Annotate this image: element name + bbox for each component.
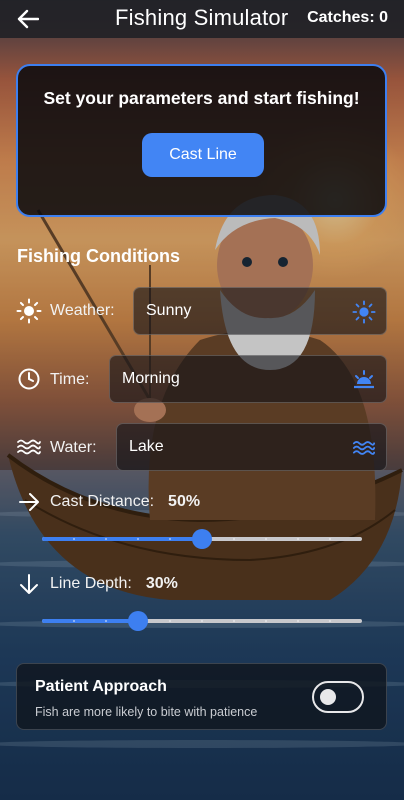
patient-approach-toggle[interactable] — [312, 681, 364, 713]
slider-thumb[interactable] — [192, 529, 212, 549]
line-depth-value: 30% — [145, 575, 178, 592]
time-label: Time: — [50, 371, 90, 388]
cast-distance-label: Cast Distance: — [50, 493, 155, 510]
slider-tick — [297, 538, 299, 540]
app-bar: Fishing Simulator Catches: 0 — [0, 0, 404, 38]
slider-tick — [297, 620, 299, 622]
slider-tick — [233, 538, 235, 540]
slider-tick — [329, 620, 331, 622]
slider-tick — [137, 538, 139, 540]
cast-distance-value: 50% — [168, 493, 201, 510]
sunrise-icon — [352, 368, 376, 392]
clock-icon — [16, 366, 42, 392]
weather-label: Weather: — [50, 302, 115, 319]
slider-tick — [265, 538, 267, 540]
cast-distance-slider[interactable] — [42, 529, 362, 549]
slider-thumb[interactable] — [128, 611, 148, 631]
start-card-heading: Set your parameters and start fishing! — [43, 88, 360, 108]
patient-approach-title: Patient Approach — [35, 678, 167, 695]
toggle-knob — [320, 689, 336, 705]
section-title: Fishing Conditions — [17, 246, 180, 266]
cast-line-button[interactable]: Cast Line — [142, 133, 264, 177]
back-button[interactable] — [14, 7, 42, 31]
cast-distance-label-row: Cast Distance: 50% — [50, 493, 200, 511]
waves-icon — [16, 434, 42, 460]
weather-select[interactable]: Sunny — [133, 287, 387, 335]
slider-tick — [73, 538, 75, 540]
line-depth-slider[interactable] — [42, 611, 362, 631]
slider-tick — [233, 620, 235, 622]
line-depth-label-row: Line Depth: 30% — [50, 575, 178, 593]
patient-approach-description: Fish are more likely to bite with patien… — [35, 705, 258, 719]
patient-approach-card: Patient Approach Fish are more likely to… — [16, 663, 387, 730]
arrow-down-icon — [16, 571, 42, 597]
water-label: Water: — [50, 439, 97, 456]
time-select[interactable]: Morning — [109, 355, 387, 403]
waves-icon — [352, 436, 376, 460]
slider-tick — [201, 620, 203, 622]
slider-tick — [105, 538, 107, 540]
arrow-left-icon — [17, 9, 39, 29]
start-card: Set your parameters and start fishing! C… — [16, 64, 387, 217]
slider-tick — [329, 538, 331, 540]
sun-icon — [352, 300, 376, 324]
slider-tick — [169, 620, 171, 622]
arrow-right-icon — [16, 489, 42, 515]
slider-tick — [169, 538, 171, 540]
time-value: Morning — [122, 370, 180, 387]
sun-icon — [16, 298, 42, 324]
slider-fill — [42, 537, 202, 541]
line-depth-label: Line Depth: — [50, 575, 132, 592]
weather-value: Sunny — [146, 302, 192, 319]
slider-tick — [73, 620, 75, 622]
water-select[interactable]: Lake — [116, 423, 387, 471]
slider-tick — [105, 620, 107, 622]
slider-fill — [42, 619, 138, 623]
water-value: Lake — [129, 438, 164, 455]
page-title: Fishing Simulator — [115, 5, 289, 30]
catches-counter: Catches: 0 — [307, 9, 388, 26]
slider-tick — [265, 620, 267, 622]
